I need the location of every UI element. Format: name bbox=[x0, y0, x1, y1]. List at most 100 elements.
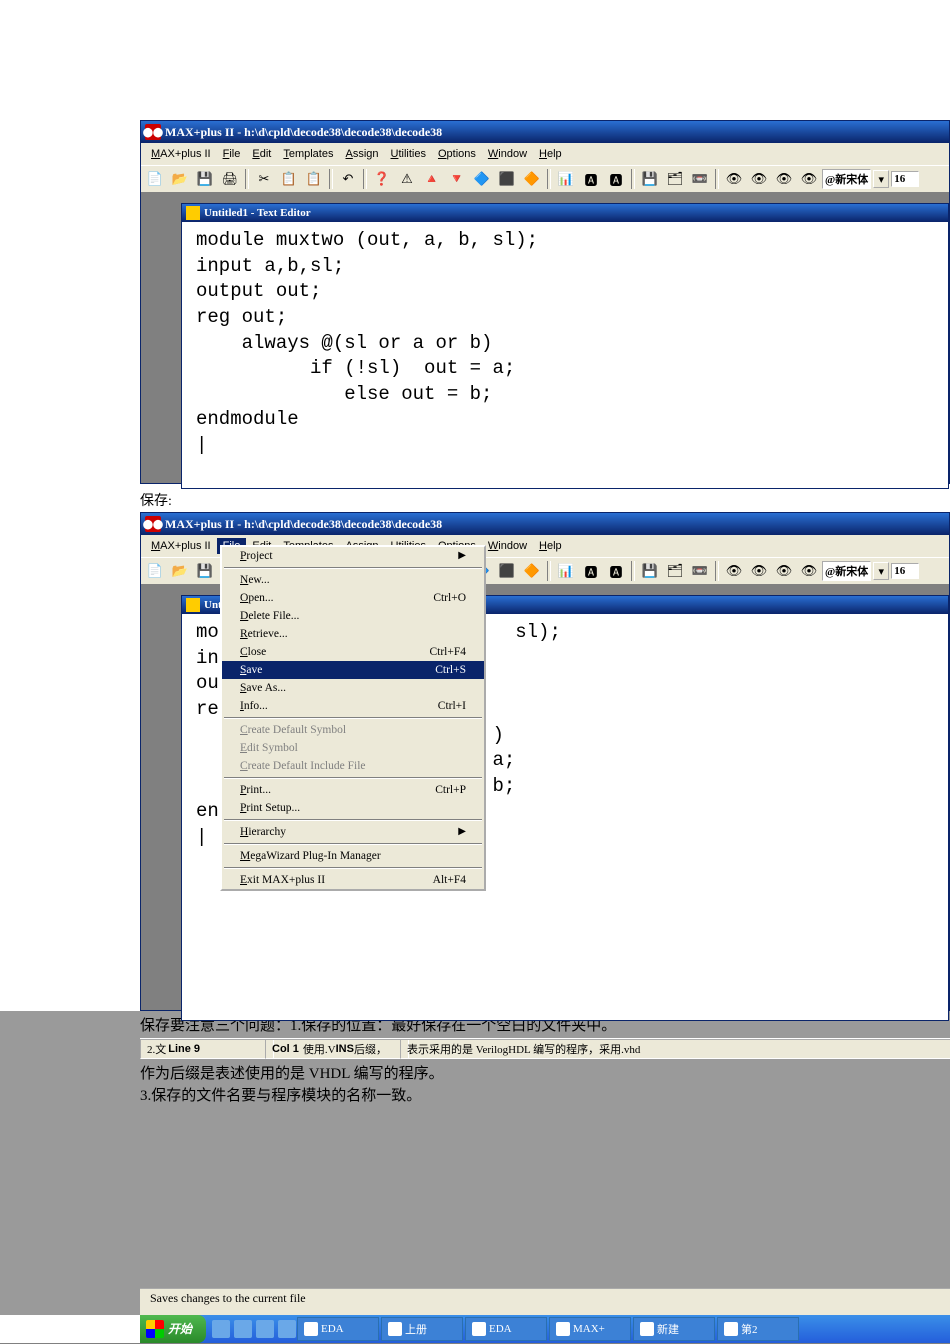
toolbar-button[interactable]: 🔶 bbox=[520, 168, 544, 190]
taskbar-item[interactable]: 上册 bbox=[381, 1317, 463, 1341]
menu-options[interactable]: Options bbox=[432, 146, 482, 162]
taskbar-item[interactable]: 第2 bbox=[717, 1317, 799, 1341]
toolbar-button[interactable]: 🅰 bbox=[604, 560, 628, 582]
menu-maxplusii[interactable]: MAX+plus II bbox=[145, 538, 217, 554]
start-button[interactable]: 开始 bbox=[140, 1315, 206, 1343]
mdi-area-2: Unt mo sl); in ou re ) = a; b; en | Proj… bbox=[141, 585, 949, 1010]
toolbar-button[interactable]: 📊 bbox=[554, 168, 578, 190]
title-bar[interactable]: ⬤⬤ MAX+plus II - h:\d\cpld\decode38\deco… bbox=[141, 121, 949, 143]
toolbar-button[interactable]: 💾 bbox=[638, 168, 662, 190]
menu-item-project[interactable]: Project▶ bbox=[222, 547, 484, 565]
menu-item-saveas[interactable]: Save As... bbox=[222, 679, 484, 697]
toolbar-button[interactable]: 👁 bbox=[722, 560, 746, 582]
taskbar-item[interactable]: 新建 bbox=[633, 1317, 715, 1341]
toolbar-button[interactable]: 🅰 bbox=[579, 168, 603, 190]
fontsize-combo[interactable]: 16 bbox=[891, 563, 919, 579]
menu-item-open[interactable]: Open...Ctrl+O bbox=[222, 589, 484, 607]
text-editor-window[interactable]: Untitled1 - Text Editor module muxtwo (o… bbox=[181, 203, 949, 489]
font-dropdown-icon[interactable]: ▾ bbox=[873, 562, 889, 580]
toolbar-button[interactable]: 👁 bbox=[772, 168, 796, 190]
notes-rest: 作为后缀是表述使用的是 VHDL 编写的程序。 3.保存的文件名要与程序模块的名… bbox=[0, 1059, 950, 1108]
taskbar-item[interactable]: MAX+ bbox=[549, 1317, 631, 1341]
toolbar-button[interactable]: 👁 bbox=[747, 168, 771, 190]
menu-help[interactable]: Help bbox=[533, 146, 568, 162]
toolbar-button[interactable]: 💾 bbox=[193, 560, 217, 582]
tray-icon[interactable] bbox=[256, 1320, 274, 1338]
toolbar-button[interactable]: 👁 bbox=[797, 168, 821, 190]
toolbar-button[interactable]: 🔻 bbox=[445, 168, 469, 190]
menu-item-hierarchy[interactable]: Hierarchy▶ bbox=[222, 823, 484, 841]
menu-item-info[interactable]: Info...Ctrl+I bbox=[222, 697, 484, 715]
toolbar-button[interactable]: 👁 bbox=[722, 168, 746, 190]
menu-item-retrieve[interactable]: Retrieve... bbox=[222, 625, 484, 643]
menu-item-deletefile[interactable]: Delete File... bbox=[222, 607, 484, 625]
toolbar-button[interactable]: 📊 bbox=[554, 560, 578, 582]
menu-item-megawizardpluginmanager[interactable]: MegaWizard Plug-In Manager bbox=[222, 847, 484, 865]
app-icon: ⬤⬤ bbox=[145, 516, 161, 532]
status-wide: Saves changes to the current file bbox=[140, 1288, 950, 1315]
task-icon bbox=[388, 1322, 402, 1336]
tray-icon[interactable] bbox=[278, 1320, 296, 1338]
toolbar-button[interactable]: 🗂 bbox=[663, 168, 687, 190]
toolbar-button[interactable]: 📼 bbox=[688, 560, 712, 582]
toolbar-button[interactable]: 👁 bbox=[747, 560, 771, 582]
menu-window[interactable]: Window bbox=[482, 146, 533, 162]
toolbar-button[interactable]: 🅰 bbox=[579, 560, 603, 582]
menu-item-exitmaxplusii[interactable]: Exit MAX+plus IIAlt+F4 bbox=[222, 871, 484, 889]
menu-item-close[interactable]: CloseCtrl+F4 bbox=[222, 643, 484, 661]
toolbar-button[interactable]: 🔷 bbox=[470, 168, 494, 190]
toolbar-button[interactable]: 👁 bbox=[797, 560, 821, 582]
font-combo[interactable]: @新宋体 bbox=[822, 169, 871, 189]
fontsize-combo[interactable]: 16 bbox=[891, 171, 919, 187]
toolbar-button[interactable]: ↶ bbox=[336, 168, 360, 190]
status-line: 2.文Line 9 bbox=[140, 1039, 274, 1059]
menu-assign[interactable]: Assign bbox=[339, 146, 384, 162]
toolbar-button[interactable]: 📂 bbox=[168, 168, 192, 190]
toolbar-button[interactable]: 💾 bbox=[193, 168, 217, 190]
font-dropdown-icon[interactable]: ▾ bbox=[873, 170, 889, 188]
toolbar-button[interactable]: 🔶 bbox=[520, 560, 544, 582]
menu-file[interactable]: File bbox=[217, 146, 247, 162]
font-combo[interactable]: @新宋体 bbox=[822, 561, 871, 581]
toolbar-button[interactable]: 📄 bbox=[143, 168, 167, 190]
toolbar-button[interactable]: 🔺 bbox=[420, 168, 444, 190]
tray-icon[interactable] bbox=[234, 1320, 252, 1338]
taskbar-item[interactable]: EDA bbox=[297, 1317, 379, 1341]
toolbar-button[interactable]: 🅰 bbox=[604, 168, 628, 190]
toolbar-button[interactable]: 👁 bbox=[772, 560, 796, 582]
toolbar-button[interactable]: 📋 bbox=[302, 168, 326, 190]
menu-item-print[interactable]: Print...Ctrl+P bbox=[222, 781, 484, 799]
toolbar-button[interactable]: ⬛ bbox=[495, 168, 519, 190]
menu-help[interactable]: Help bbox=[533, 538, 568, 554]
toolbar-button[interactable]: 📄 bbox=[143, 560, 167, 582]
toolbar-button[interactable]: ⬛ bbox=[495, 560, 519, 582]
status-col: Col 1使用.VINS后缀， bbox=[265, 1039, 409, 1059]
toolbar-button[interactable]: ❓ bbox=[370, 168, 394, 190]
doc-icon bbox=[186, 598, 200, 612]
menu-item-save[interactable]: SaveCtrl+S bbox=[222, 661, 484, 679]
taskbar-item[interactable]: EDA bbox=[465, 1317, 547, 1341]
toolbar-button[interactable]: 🗂 bbox=[663, 560, 687, 582]
toolbar-button[interactable]: ✂ bbox=[252, 168, 276, 190]
toolbar-button[interactable]: 💾 bbox=[638, 560, 662, 582]
toolbar-button[interactable]: 🖨 bbox=[218, 168, 242, 190]
editor-title: Untitled1 - Text Editor bbox=[204, 207, 311, 219]
toolbar-button[interactable]: 📋 bbox=[277, 168, 301, 190]
windows-icon bbox=[146, 1320, 164, 1338]
toolbar-button[interactable]: 📼 bbox=[688, 168, 712, 190]
tray-icon[interactable] bbox=[212, 1320, 230, 1338]
menu-window[interactable]: Window bbox=[482, 538, 533, 554]
menu-item-printsetup[interactable]: Print Setup... bbox=[222, 799, 484, 817]
menu-edit[interactable]: Edit bbox=[246, 146, 277, 162]
app-icon: ⬤⬤ bbox=[145, 124, 161, 140]
menu-item-createdefaultsymbol: Create Default Symbol bbox=[222, 721, 484, 739]
toolbar-button[interactable]: 📂 bbox=[168, 560, 192, 582]
toolbar-button[interactable]: ⚠ bbox=[395, 168, 419, 190]
menu-templates[interactable]: Templates bbox=[277, 146, 339, 162]
code-editor[interactable]: module muxtwo (out, a, b, sl); input a,b… bbox=[182, 222, 948, 488]
app-window-1: ⬤⬤ MAX+plus II - h:\d\cpld\decode38\deco… bbox=[140, 120, 950, 484]
menu-maxplusii[interactable]: MAX+plus II bbox=[145, 146, 217, 162]
title-bar-2[interactable]: ⬤⬤ MAX+plus II - h:\d\cpld\decode38\deco… bbox=[141, 513, 949, 535]
menu-utilities[interactable]: Utilities bbox=[385, 146, 432, 162]
menu-item-new[interactable]: New... bbox=[222, 571, 484, 589]
